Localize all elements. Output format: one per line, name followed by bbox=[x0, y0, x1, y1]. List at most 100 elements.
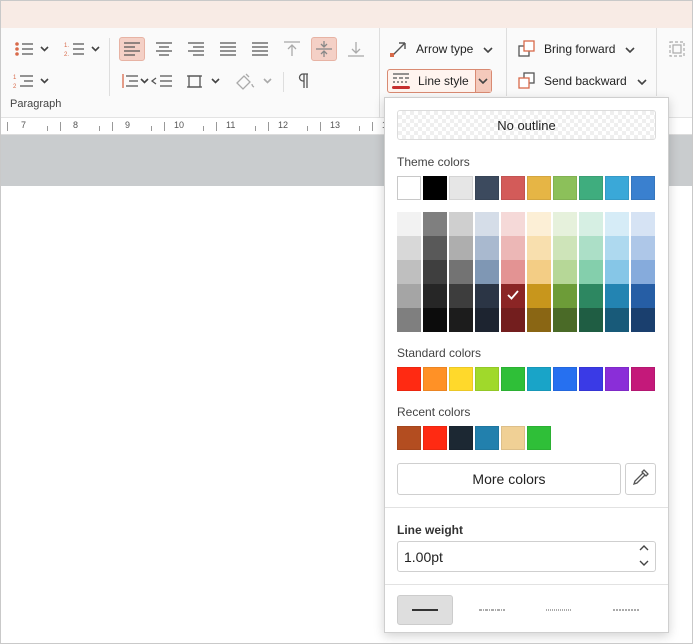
theme-shade-swatch[interactable] bbox=[475, 308, 499, 332]
recent-color-swatch[interactable] bbox=[449, 426, 473, 450]
theme-shade-swatch[interactable] bbox=[553, 260, 577, 284]
theme-shade-swatch[interactable] bbox=[397, 260, 421, 284]
align-middle-button[interactable] bbox=[311, 37, 337, 61]
theme-shade-swatch[interactable] bbox=[449, 236, 473, 260]
theme-shade-swatch[interactable] bbox=[527, 236, 551, 260]
theme-shade-swatch[interactable] bbox=[631, 284, 655, 308]
theme-shade-swatch[interactable] bbox=[579, 284, 603, 308]
theme-shade-swatch[interactable] bbox=[631, 308, 655, 332]
dash-dotted-button[interactable] bbox=[531, 595, 587, 625]
recent-color-swatch[interactable] bbox=[475, 426, 499, 450]
theme-shade-swatch[interactable] bbox=[553, 212, 577, 236]
align-bottom-button[interactable] bbox=[343, 37, 369, 61]
theme-shade-swatch[interactable] bbox=[423, 212, 447, 236]
theme-shade-swatch[interactable] bbox=[501, 236, 525, 260]
dash-dash-dot-button[interactable] bbox=[464, 595, 520, 625]
theme-shade-swatch[interactable] bbox=[475, 284, 499, 308]
theme-color-swatch[interactable] bbox=[553, 176, 577, 200]
justify-button[interactable] bbox=[215, 37, 241, 61]
send-backward-button[interactable]: Send backward bbox=[516, 69, 647, 93]
borders-button[interactable] bbox=[185, 70, 223, 92]
recent-color-swatch[interactable] bbox=[527, 426, 551, 450]
theme-shade-swatch[interactable] bbox=[579, 308, 603, 332]
theme-shade-swatch[interactable] bbox=[553, 308, 577, 332]
theme-shade-swatch[interactable] bbox=[631, 260, 655, 284]
theme-shade-swatch[interactable] bbox=[397, 236, 421, 260]
theme-shade-swatch[interactable] bbox=[475, 212, 499, 236]
chevron-up-icon[interactable] bbox=[639, 544, 649, 552]
theme-shade-swatch[interactable] bbox=[501, 260, 525, 284]
selected-color-swatch[interactable] bbox=[501, 284, 525, 308]
show-formatting-button[interactable] bbox=[291, 70, 317, 92]
theme-color-swatch[interactable] bbox=[501, 176, 525, 200]
no-outline-button[interactable]: No outline bbox=[397, 110, 656, 140]
theme-shade-swatch[interactable] bbox=[631, 236, 655, 260]
recent-color-swatch[interactable] bbox=[423, 426, 447, 450]
theme-shade-swatch[interactable] bbox=[631, 212, 655, 236]
theme-shade-swatch[interactable] bbox=[527, 308, 551, 332]
theme-shade-swatch[interactable] bbox=[501, 308, 525, 332]
theme-shade-swatch[interactable] bbox=[605, 236, 629, 260]
theme-color-swatch[interactable] bbox=[475, 176, 499, 200]
standard-color-swatch[interactable] bbox=[579, 367, 603, 391]
standard-color-swatch[interactable] bbox=[631, 367, 655, 391]
theme-shade-swatch[interactable] bbox=[423, 260, 447, 284]
standard-color-swatch[interactable] bbox=[527, 367, 551, 391]
more-colors-button[interactable]: More colors bbox=[397, 463, 621, 495]
theme-shade-swatch[interactable] bbox=[579, 236, 603, 260]
theme-shade-swatch[interactable] bbox=[423, 308, 447, 332]
theme-shade-swatch[interactable] bbox=[449, 284, 473, 308]
recent-color-swatch[interactable] bbox=[397, 426, 421, 450]
standard-color-swatch[interactable] bbox=[423, 367, 447, 391]
theme-shade-swatch[interactable] bbox=[579, 212, 603, 236]
align-right-button[interactable] bbox=[183, 37, 209, 61]
theme-shade-swatch[interactable] bbox=[527, 260, 551, 284]
theme-shade-swatch[interactable] bbox=[449, 260, 473, 284]
multilevel-list-button[interactable]: 12 bbox=[10, 70, 50, 92]
distributed-button[interactable] bbox=[247, 37, 273, 61]
line-weight-stepper[interactable] bbox=[639, 544, 649, 567]
theme-shade-swatch[interactable] bbox=[397, 308, 421, 332]
standard-color-swatch[interactable] bbox=[475, 367, 499, 391]
theme-shade-swatch[interactable] bbox=[605, 260, 629, 284]
indent-button[interactable] bbox=[119, 70, 175, 92]
recent-color-swatch[interactable] bbox=[501, 426, 525, 450]
eyedropper-button[interactable] bbox=[625, 463, 656, 495]
theme-color-swatch[interactable] bbox=[527, 176, 551, 200]
theme-color-swatch[interactable] bbox=[423, 176, 447, 200]
theme-color-swatch[interactable] bbox=[605, 176, 629, 200]
theme-shade-swatch[interactable] bbox=[501, 212, 525, 236]
standard-color-swatch[interactable] bbox=[605, 367, 629, 391]
standard-color-swatch[interactable] bbox=[553, 367, 577, 391]
theme-shade-swatch[interactable] bbox=[553, 284, 577, 308]
theme-shade-swatch[interactable] bbox=[423, 236, 447, 260]
theme-shade-swatch[interactable] bbox=[579, 260, 603, 284]
theme-shade-swatch[interactable] bbox=[527, 212, 551, 236]
theme-shade-swatch[interactable] bbox=[397, 212, 421, 236]
line-style-button[interactable]: Line style bbox=[387, 69, 492, 93]
theme-shade-swatch[interactable] bbox=[449, 212, 473, 236]
standard-color-swatch[interactable] bbox=[501, 367, 525, 391]
theme-shade-swatch[interactable] bbox=[423, 284, 447, 308]
bring-forward-button[interactable]: Bring forward bbox=[516, 37, 635, 61]
theme-shade-swatch[interactable] bbox=[449, 308, 473, 332]
theme-color-swatch[interactable] bbox=[397, 176, 421, 200]
chevron-down-icon[interactable] bbox=[474, 70, 491, 92]
align-center-button[interactable] bbox=[151, 37, 177, 61]
align-top-button[interactable] bbox=[279, 37, 305, 61]
arrow-type-button[interactable]: Arrow type bbox=[388, 37, 493, 61]
theme-shade-swatch[interactable] bbox=[475, 260, 499, 284]
standard-color-swatch[interactable] bbox=[449, 367, 473, 391]
theme-shade-swatch[interactable] bbox=[475, 236, 499, 260]
theme-shade-swatch[interactable] bbox=[605, 284, 629, 308]
chevron-down-icon[interactable] bbox=[639, 559, 649, 567]
theme-shade-swatch[interactable] bbox=[605, 308, 629, 332]
theme-color-swatch[interactable] bbox=[631, 176, 655, 200]
theme-shade-swatch[interactable] bbox=[553, 236, 577, 260]
theme-shade-swatch[interactable] bbox=[397, 284, 421, 308]
shading-button[interactable] bbox=[233, 70, 275, 92]
theme-color-swatch[interactable] bbox=[449, 176, 473, 200]
selection-pane-button[interactable] bbox=[665, 38, 689, 60]
bullet-list-button[interactable] bbox=[10, 38, 50, 60]
theme-shade-swatch[interactable] bbox=[527, 284, 551, 308]
